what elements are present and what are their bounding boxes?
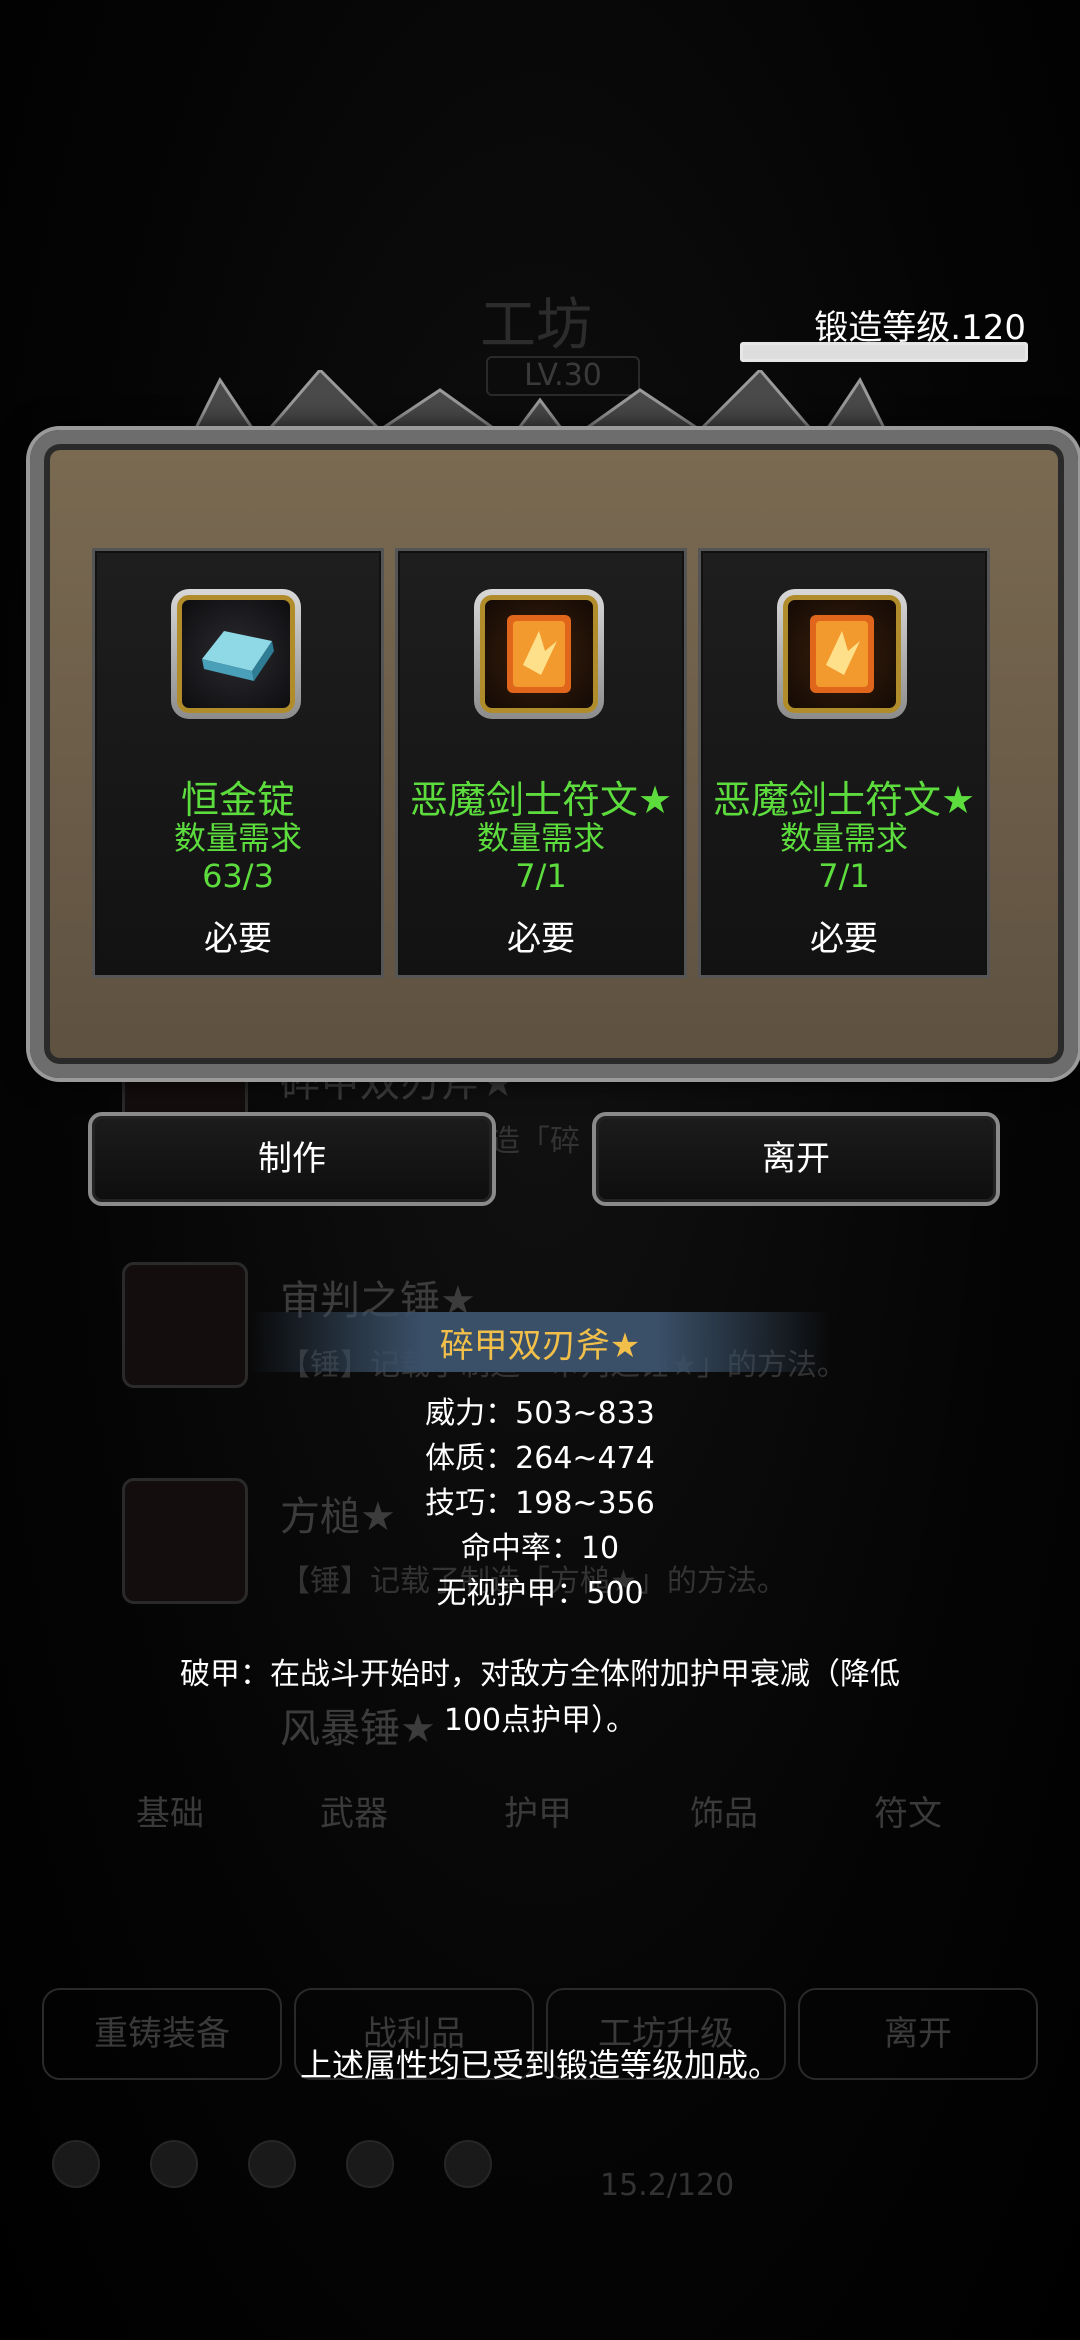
- stat-constitution: 体质：264~474: [425, 1441, 655, 1476]
- material-required-label: 必要: [204, 919, 272, 959]
- stat-accuracy: 命中率：10: [460, 1531, 620, 1566]
- coin-icon: [346, 2140, 394, 2188]
- storage-value: 15.2/120: [600, 2168, 735, 2203]
- stat-power: 威力：503~833: [425, 1396, 655, 1431]
- material-panel: 恶魔剑士符文★ 数量需求 7/1 必要: [395, 548, 687, 978]
- material-requirement-label: 数量需求: [173, 819, 302, 857]
- craft-button[interactable]: 制作: [88, 1112, 496, 1206]
- tab-weapon[interactable]: 武器: [320, 1786, 388, 1835]
- tooltip-title: 碎甲双刃斧★: [439, 1326, 641, 1366]
- stat-skill: 技巧：198~356: [425, 1486, 655, 1521]
- material-count: 63/3: [202, 857, 274, 895]
- material-count: 7/1: [818, 857, 870, 895]
- stat-armor-ignore: 无视护甲：500: [436, 1576, 644, 1611]
- ingot-icon: [171, 589, 301, 719]
- rune-icon: [777, 589, 907, 719]
- skill-description-line: 破甲：在战斗开始时，对敌方全体附加护甲衰减（降低: [180, 1657, 900, 1692]
- coin-icon: [150, 2140, 198, 2188]
- material-requirement-label: 数量需求: [779, 819, 908, 857]
- material-panel: 恶魔剑士符文★ 数量需求 7/1 必要: [698, 548, 990, 978]
- leave-button[interactable]: 离开: [592, 1112, 1000, 1206]
- coin-icon: [248, 2140, 296, 2188]
- workshop-title: 工坊: [480, 293, 592, 358]
- skill-description: 破甲：在战斗开始时，对敌方全体附加护甲衰减（降低 100点护甲）。: [150, 1652, 930, 1744]
- forge-bonus-note: 上述属性均已受到锻造等级加成。: [299, 2046, 780, 2084]
- material-panel: 恒金锭 数量需求 63/3 必要: [92, 548, 384, 978]
- tab-basic[interactable]: 基础: [136, 1786, 204, 1835]
- coin-icon: [52, 2140, 100, 2188]
- coin-icon: [444, 2140, 492, 2188]
- forge-level-bar: [740, 342, 1028, 362]
- tab-armor[interactable]: 护甲: [504, 1786, 572, 1835]
- material-required-label: 必要: [810, 919, 878, 959]
- skill-description-line: 100点护甲）。: [443, 1703, 637, 1738]
- material-count: 7/1: [515, 857, 567, 895]
- tab-accessory[interactable]: 饰品: [690, 1786, 758, 1835]
- material-requirement-label: 数量需求: [476, 819, 605, 857]
- tab-rune[interactable]: 符文: [874, 1786, 942, 1835]
- rune-icon: [474, 589, 604, 719]
- forge-level-fill: [743, 345, 1025, 359]
- material-required-label: 必要: [507, 919, 575, 959]
